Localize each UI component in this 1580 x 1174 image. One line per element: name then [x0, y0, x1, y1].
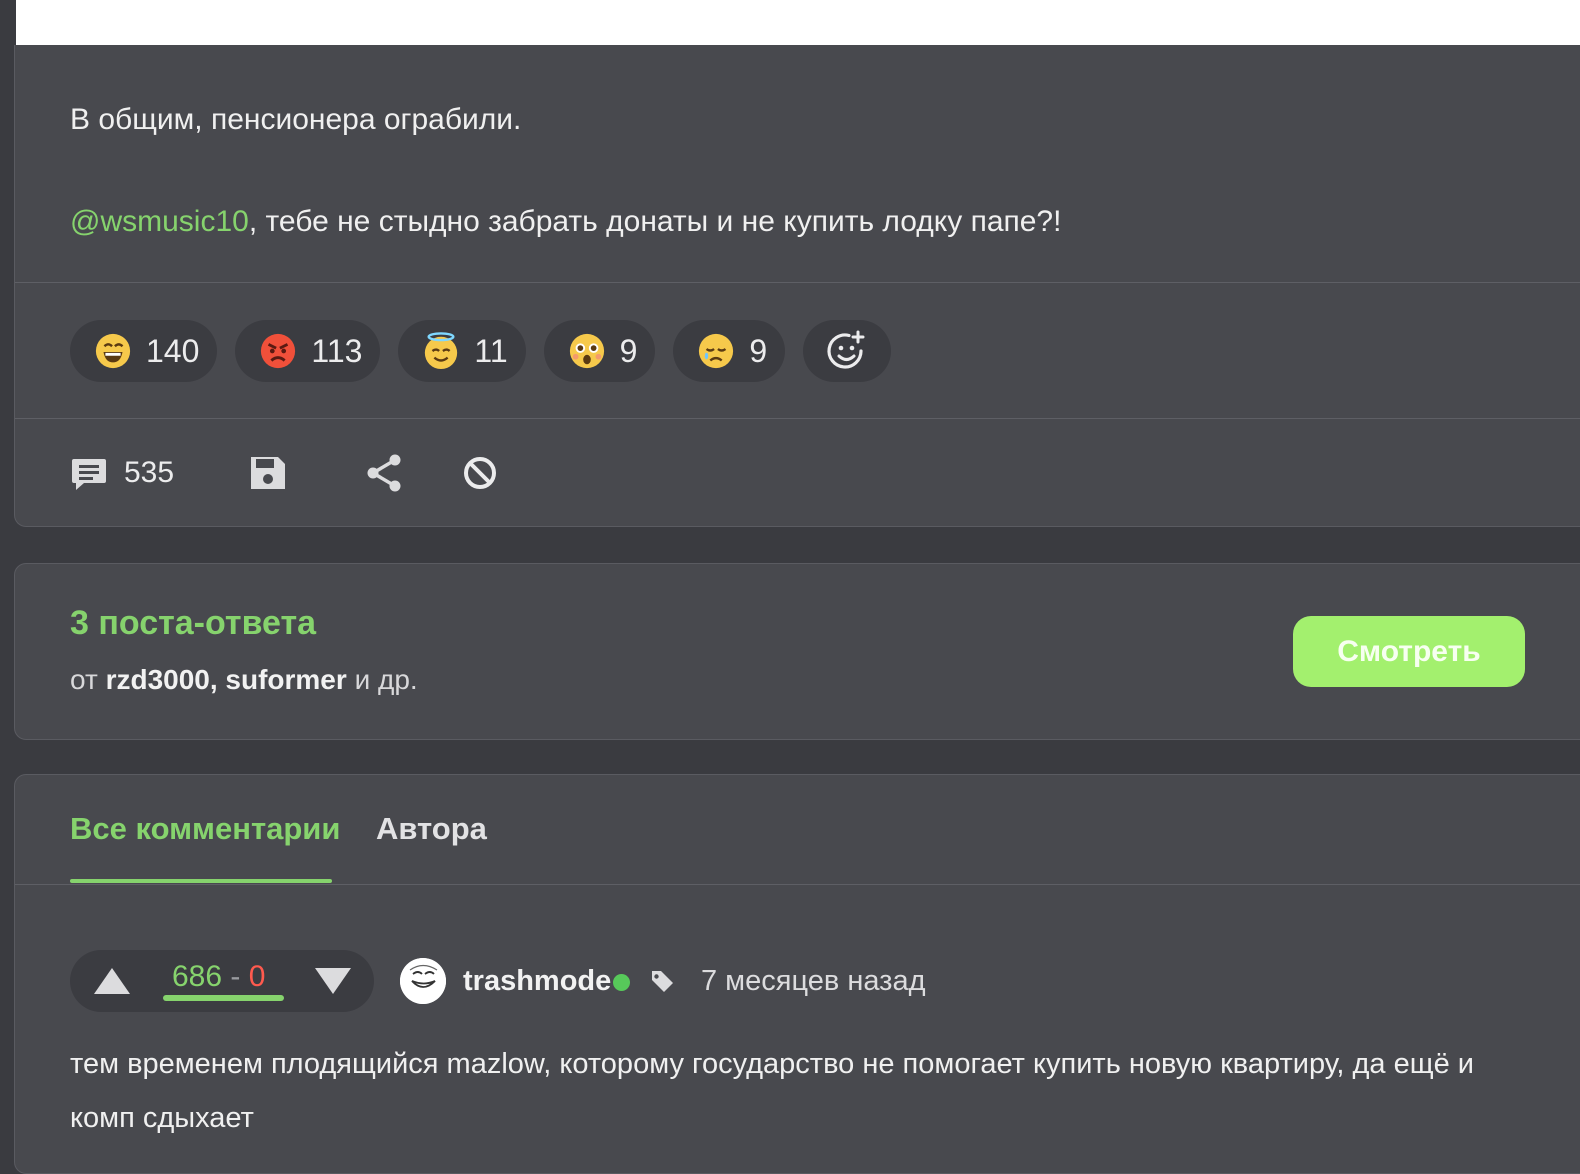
reply-posts-title: 3 поста-ответа [70, 604, 317, 642]
share-icon [367, 454, 401, 492]
reaction-angry[interactable]: 113 [235, 320, 381, 382]
from-label: от [70, 664, 98, 695]
score-ratio-bar [163, 995, 284, 1001]
tab-all-comments[interactable]: Все комментарии [70, 811, 340, 847]
reaction-angel[interactable]: 11 [398, 320, 526, 382]
score-minus: 0 [248, 960, 266, 993]
reaction-shocked[interactable]: 9 [543, 320, 656, 382]
reaction-laughing[interactable]: 140 [70, 320, 218, 382]
block-button[interactable] [462, 455, 498, 491]
reaction-count: 140 [146, 332, 200, 369]
shocked-emoji-icon [569, 333, 604, 369]
reply-posts-authors: от rzd3000, suformer и др. [70, 664, 418, 696]
share-button[interactable] [364, 453, 404, 493]
block-icon [464, 457, 497, 489]
tag-icon[interactable] [649, 968, 675, 994]
post-body: В общим, пенсионера ограбили. @wsmusic10… [70, 103, 1061, 239]
comment-author[interactable]: trashmode [463, 965, 611, 998]
downvote-arrow-icon[interactable] [313, 966, 353, 996]
reaction-count: 113 [311, 332, 363, 369]
active-tab-indicator [70, 879, 332, 883]
vote-box: 686 - 0 [70, 950, 374, 1012]
laughing-emoji-icon [95, 333, 131, 369]
post-line-1: В общим, пенсионера ограбили. [70, 103, 522, 136]
reaction-count: 9 [749, 332, 768, 369]
page-header-strip [16, 0, 1580, 45]
reaction-sad[interactable]: 9 [673, 320, 786, 382]
online-status-dot [613, 974, 630, 991]
post-card: В общим, пенсионера ограбили. @wsmusic10… [14, 45, 1580, 527]
reaction-count: 11 [474, 332, 508, 369]
comment-score: 686 - 0 [172, 960, 265, 994]
angel-emoji-icon [425, 332, 458, 370]
score-separator: - [230, 960, 241, 993]
add-reaction-icon [827, 330, 865, 369]
divider [15, 282, 1580, 283]
comment-timestamp: 7 месяцев назад [701, 965, 926, 997]
troll-face-avatar-icon [400, 958, 446, 1004]
post-actions: 535 [70, 453, 498, 493]
reply-posts-card: 3 поста-ответа от rzd3000, suformer и др… [14, 563, 1580, 740]
save-button[interactable] [248, 453, 288, 493]
reaction-count: 9 [619, 332, 638, 369]
avatar[interactable] [400, 958, 446, 1004]
comment-icon [72, 459, 106, 490]
comments-button[interactable]: 535 [70, 454, 174, 492]
view-replies-button[interactable]: Смотреть [1293, 616, 1525, 687]
post-line-2: @wsmusic10, тебе не стыдно забрать донат… [70, 205, 1061, 239]
comments-section: Все комментарии Автора 686 - 0 trashmode… [14, 774, 1580, 1174]
reactions-bar: 140 113 11 9 9 [70, 320, 892, 382]
divider [15, 418, 1580, 419]
add-reaction-button[interactable] [803, 320, 892, 382]
save-icon [251, 457, 286, 489]
tab-author[interactable]: Автора [376, 811, 487, 847]
and-others-label: и др. [354, 664, 418, 695]
divider [15, 884, 1580, 885]
comments-count: 535 [124, 456, 175, 489]
post-line-2-text: , тебе не стыдно забрать донаты и не куп… [248, 205, 1062, 238]
user-mention-link[interactable]: @wsmusic10 [70, 205, 249, 238]
sad-emoji-icon [699, 333, 734, 369]
score-plus: 686 [172, 960, 223, 993]
comment-text: тем временем плодящийся mazlow, которому… [70, 1048, 1474, 1134]
reply-authors[interactable]: rzd3000, suformer [106, 664, 347, 695]
angry-emoji-icon [261, 333, 296, 369]
upvote-arrow-icon[interactable] [92, 966, 132, 996]
